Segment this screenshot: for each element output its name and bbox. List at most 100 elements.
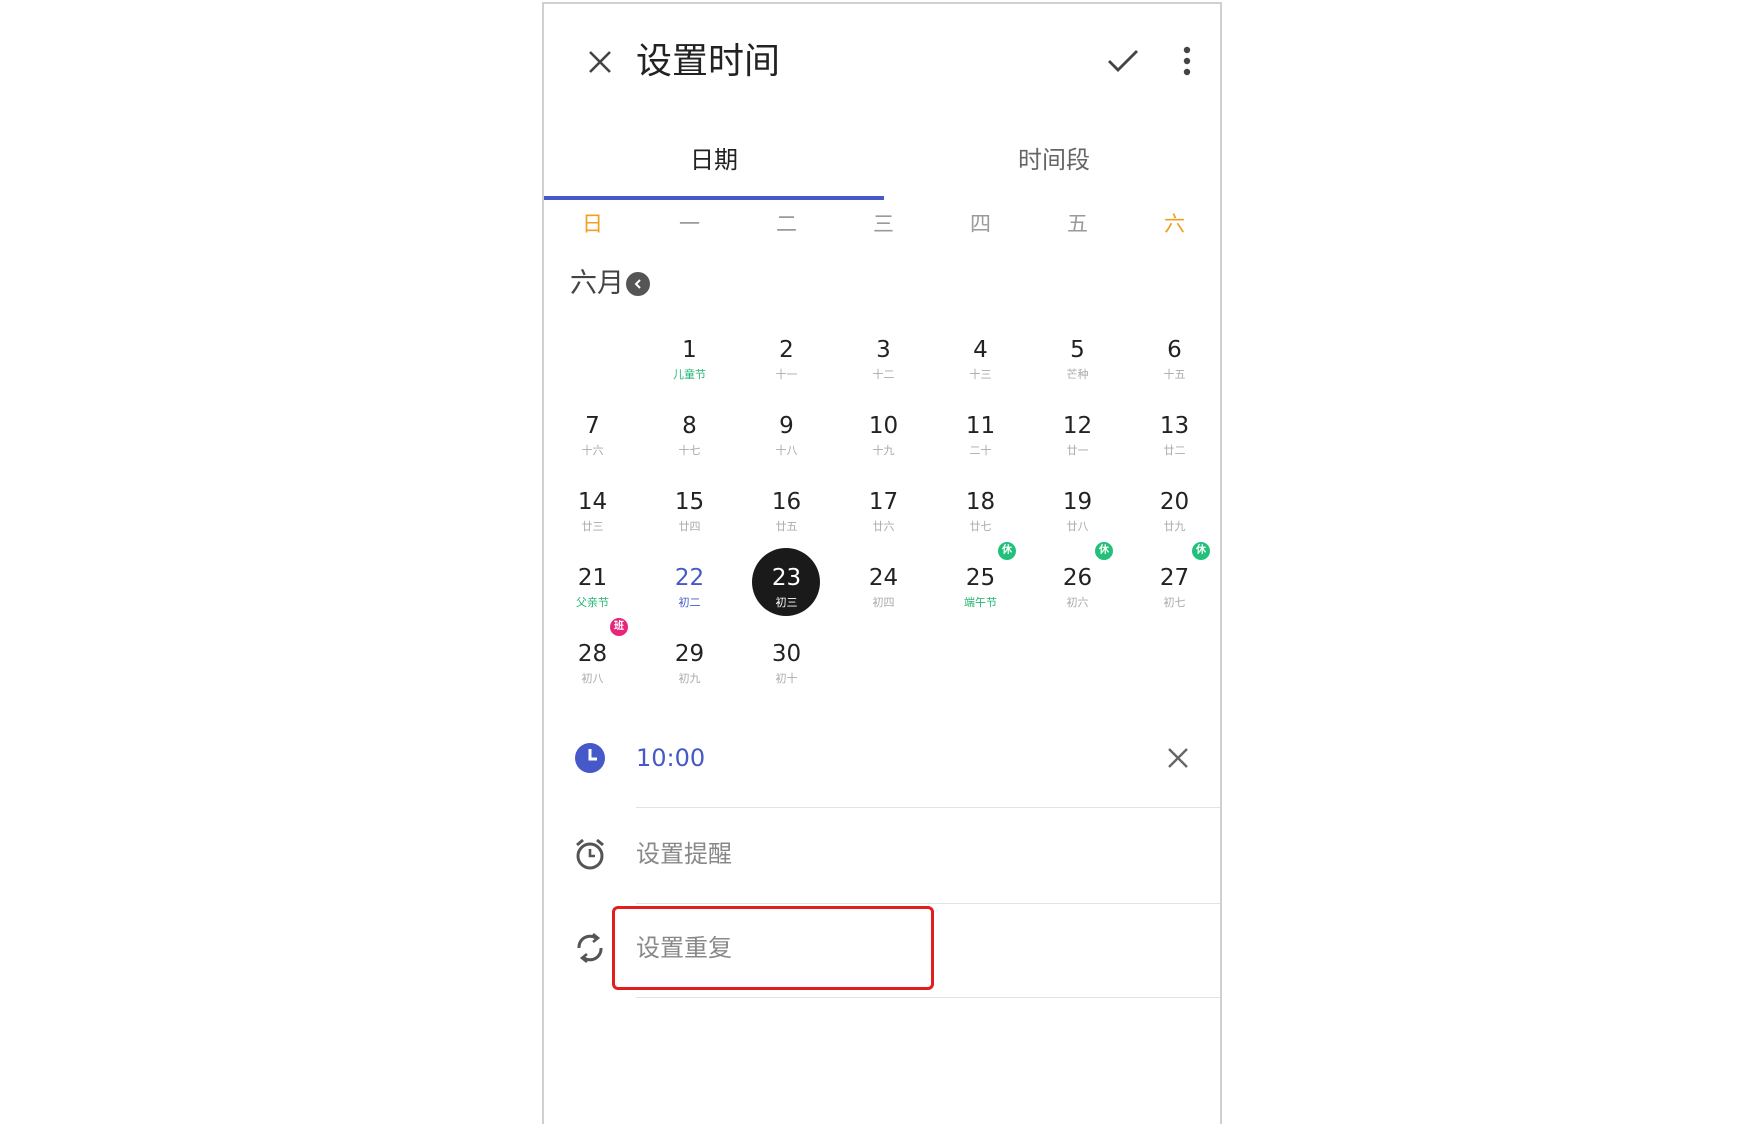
calendar-day[interactable]: 18 廿七 <box>932 478 1029 554</box>
calendar-day[interactable]: 29 初九 <box>641 630 738 706</box>
close-icon <box>1168 748 1188 768</box>
calendar-day[interactable]: 21 父亲节 <box>544 554 641 630</box>
time-value[interactable]: 10:00 <box>636 738 705 778</box>
calendar-day[interactable]: 23 初三 <box>738 548 835 630</box>
tab-time-period[interactable]: 时间段 <box>884 114 1224 200</box>
day-lunar-label: 十七 <box>678 444 701 457</box>
weekday-wed: 三 <box>873 212 894 236</box>
workday-badge: 班 <box>610 618 628 636</box>
calendar-day[interactable]: 6 十五 <box>1126 326 1223 402</box>
day-lunar-label: 父亲节 <box>576 596 609 609</box>
highlight-box <box>612 906 934 990</box>
day-number: 2 <box>779 337 794 363</box>
more-vert-icon <box>1183 46 1191 76</box>
day-lunar-label: 初二 <box>678 596 701 609</box>
day-lunar-label: 初三 <box>775 596 798 609</box>
weekday-sun: 日 <box>582 212 603 236</box>
day-lunar-label: 芒种 <box>1066 368 1089 381</box>
day-lunar-label: 廿一 <box>1066 444 1089 457</box>
day-number: 14 <box>577 489 608 515</box>
day-lunar-label: 十八 <box>775 444 798 457</box>
calendar-day[interactable]: 7 十六 <box>544 402 641 478</box>
day-lunar-label: 初十 <box>775 672 798 685</box>
day-lunar-label: 廿九 <box>1163 520 1186 533</box>
calendar-day[interactable]: 3 十二 <box>835 326 932 402</box>
repeat-icon <box>570 928 610 968</box>
tab-bar: 日期 时间段 <box>544 114 1220 200</box>
calendar-day[interactable]: 16 廿五 <box>738 478 835 554</box>
calendar-day[interactable]: 8 十七 <box>641 402 738 478</box>
time-row[interactable]: 10:00 <box>544 714 1220 808</box>
weekday-tue: 二 <box>776 212 797 236</box>
more-options-button[interactable] <box>1162 30 1212 92</box>
calendar-day[interactable]: 12 廿一 <box>1029 402 1126 478</box>
day-number: 12 <box>1062 413 1093 439</box>
day-number: 15 <box>674 489 705 515</box>
day-number: 17 <box>868 489 899 515</box>
divider <box>636 807 1220 808</box>
calendar-day[interactable]: 27 初七 休 <box>1126 542 1223 630</box>
day-lunar-label: 廿三 <box>581 520 604 533</box>
day-lunar-label: 十九 <box>872 444 895 457</box>
calendar-day[interactable]: 15 廿四 <box>641 478 738 554</box>
calendar-day[interactable]: 20 廿九 <box>1126 478 1223 554</box>
day-number: 7 <box>585 413 600 439</box>
weekday-mon: 一 <box>679 212 700 236</box>
reminder-label: 设置提醒 <box>636 840 732 868</box>
day-lunar-label: 廿二 <box>1163 444 1186 457</box>
confirm-button[interactable] <box>1092 30 1154 92</box>
day-lunar-label: 端午节 <box>964 596 997 609</box>
calendar-day[interactable]: 1 儿童节 <box>641 326 738 402</box>
day-number: 4 <box>973 337 988 363</box>
day-lunar-label: 儿童节 <box>673 368 706 381</box>
divider <box>636 997 1220 998</box>
calendar-day[interactable]: 26 初六 休 <box>1029 542 1126 630</box>
calendar-day[interactable]: 11 二十 <box>932 402 1029 478</box>
calendar-day[interactable]: 14 廿三 <box>544 478 641 554</box>
rest-day-badge: 休 <box>1192 542 1210 560</box>
close-button[interactable] <box>572 34 628 90</box>
tab-date[interactable]: 日期 <box>544 114 884 200</box>
calendar-day[interactable]: 28 初八 班 <box>544 618 641 706</box>
day-number: 21 <box>577 565 608 591</box>
calendar-day[interactable]: 24 初四 <box>835 554 932 630</box>
day-number: 24 <box>868 565 899 591</box>
calendar-day[interactable]: 4 十三 <box>932 326 1029 402</box>
clear-time-button[interactable] <box>1156 736 1200 780</box>
calendar-day[interactable]: 10 十九 <box>835 402 932 478</box>
calendar-day[interactable]: 5 芒种 <box>1029 326 1126 402</box>
day-lunar-label: 初四 <box>872 596 895 609</box>
prev-month-button[interactable] <box>626 272 650 296</box>
day-number: 27 <box>1159 565 1190 591</box>
clock-icon <box>570 738 610 778</box>
day-number: 9 <box>779 413 794 439</box>
day-number: 16 <box>771 489 802 515</box>
day-number: 3 <box>876 337 891 363</box>
calendar-day[interactable]: 30 初十 <box>738 630 835 706</box>
calendar-day[interactable]: 19 廿八 <box>1029 478 1126 554</box>
day-number: 6 <box>1167 337 1182 363</box>
tab-indicator <box>544 196 884 200</box>
day-lunar-label: 廿五 <box>775 520 798 533</box>
calendar-day[interactable]: 22 初二 <box>641 554 738 630</box>
day-number: 1 <box>682 337 697 363</box>
calendar-day[interactable]: 2 十一 <box>738 326 835 402</box>
calendar-day[interactable]: 9 十八 <box>738 402 835 478</box>
day-number: 30 <box>771 641 802 667</box>
day-lunar-label: 廿七 <box>969 520 992 533</box>
day-number: 25 <box>965 565 996 591</box>
calendar-day[interactable]: 25 端午节 休 <box>932 542 1029 630</box>
day-number: 28 <box>577 641 608 667</box>
day-number: 13 <box>1159 413 1190 439</box>
day-number: 26 <box>1062 565 1093 591</box>
calendar-day[interactable]: 17 廿六 <box>835 478 932 554</box>
alarm-icon <box>570 834 610 874</box>
reminder-row[interactable]: 设置提醒 <box>544 810 1220 904</box>
calendar-grid: 1 儿童节 2 十一 3 十二 4 十三 5 芒种 6 十五 7 十六 8 十七 9 十八 10 十九 11 二十 12 廿一… <box>544 326 1220 706</box>
day-lunar-label: 十一 <box>775 368 798 381</box>
day-number: 22 <box>674 565 705 591</box>
day-lunar-label: 十五 <box>1163 368 1186 381</box>
calendar-day[interactable]: 13 廿二 <box>1126 402 1223 478</box>
rest-day-badge: 休 <box>1095 542 1113 560</box>
day-lunar-label: 初九 <box>678 672 701 685</box>
